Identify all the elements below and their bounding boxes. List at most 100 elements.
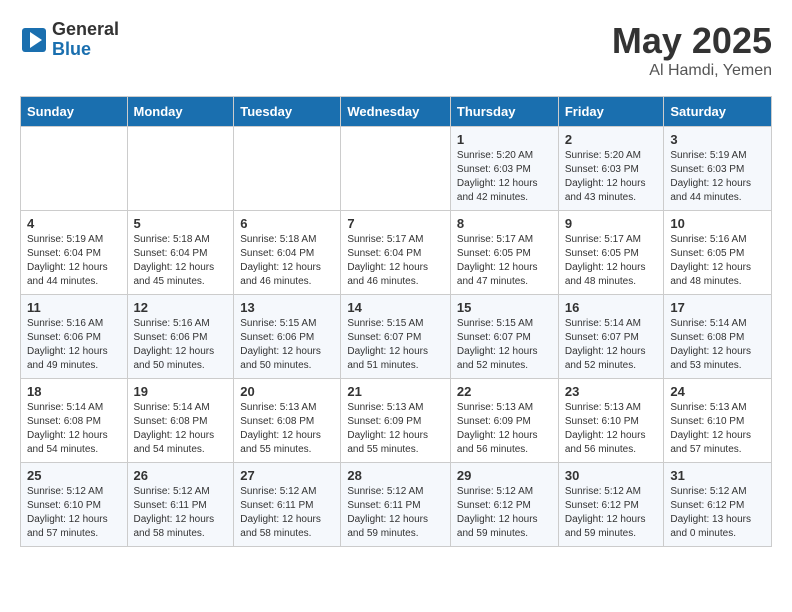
day-info: Sunrise: 5:13 AM Sunset: 6:08 PM Dayligh… (240, 401, 334, 457)
calendar-cell: 15Sunrise: 5:15 AM Sunset: 6:07 PM Dayli… (450, 295, 558, 379)
day-info: Sunrise: 5:18 AM Sunset: 6:04 PM Dayligh… (134, 233, 228, 289)
day-number: 3 (670, 132, 765, 147)
day-number: 19 (134, 384, 228, 399)
calendar-cell: 12 Sunrise: 5:16 AM Sunset: 6:06 PM Dayli… (127, 295, 234, 379)
day-number: 23 (565, 384, 658, 399)
logo-general-label: General (52, 20, 119, 40)
week-row-0: 1 Sunrise: 5:20 AM Sunset: 6:03 PM Daylig… (21, 127, 772, 211)
calendar-cell: 29Sunrise: 5:12 AM Sunset: 6:12 PM Dayli… (450, 463, 558, 547)
logo-blue-label: Blue (52, 40, 119, 60)
day-number: 21 (347, 384, 444, 399)
day-number: 1 (457, 132, 552, 147)
day-info: Sunrise: 5:14 AM Sunset: 6:08 PM Dayligh… (27, 401, 121, 457)
day-number: 25 (27, 468, 121, 483)
day-number: 8 (457, 216, 552, 231)
calendar-cell: 21 Sunrise: 5:13 AM Sunset: 6:09 PM Dayli… (341, 379, 451, 463)
day-info: Sunrise: 5:14 AM Sunset: 6:08 PM Dayligh… (670, 317, 765, 373)
day-number: 27 (240, 468, 334, 483)
header-friday: Friday (558, 97, 664, 127)
calendar-cell (341, 127, 451, 211)
calendar-cell: 25Sunrise: 5:12 AM Sunset: 6:10 PM Dayli… (21, 463, 128, 547)
calendar-cell: 8Sunrise: 5:17 AM Sunset: 6:05 PM Daylig… (450, 211, 558, 295)
header-sunday: Sunday (21, 97, 128, 127)
header-tuesday: Tuesday (234, 97, 341, 127)
day-number: 5 (134, 216, 228, 231)
calendar-cell: 11 Sunrise: 5:16 AM Sunset: 6:06 PM Dayli… (21, 295, 128, 379)
day-info: Sunrise: 5:12 AM Sunset: 6:12 PM Dayligh… (565, 485, 658, 541)
day-info: Sunrise: 5:16 AM Sunset: 6:06 PM Dayligh… (134, 317, 228, 373)
day-number: 10 (670, 216, 765, 231)
calendar-cell: 24Sunrise: 5:13 AM Sunset: 6:10 PM Dayli… (664, 379, 772, 463)
calendar-cell: 5 Sunrise: 5:18 AM Sunset: 6:04 PM Daylig… (127, 211, 234, 295)
calendar-cell: 17 Sunrise: 5:14 AM Sunset: 6:08 PM Dayli… (664, 295, 772, 379)
day-info: Sunrise: 5:15 AM Sunset: 6:07 PM Dayligh… (457, 317, 552, 373)
location: Al Hamdi, Yemen (612, 62, 772, 80)
day-info: Sunrise: 5:17 AM Sunset: 6:05 PM Dayligh… (565, 233, 658, 289)
calendar-cell: 13 Sunrise: 5:15 AM Sunset: 6:06 PM Dayli… (234, 295, 341, 379)
day-info: Sunrise: 5:18 AM Sunset: 6:04 PM Dayligh… (240, 233, 334, 289)
day-info: Sunrise: 5:14 AM Sunset: 6:07 PM Dayligh… (565, 317, 658, 373)
day-info: Sunrise: 5:19 AM Sunset: 6:03 PM Dayligh… (670, 149, 765, 205)
day-number: 9 (565, 216, 658, 231)
calendar-cell: 16 Sunrise: 5:14 AM Sunset: 6:07 PM Dayli… (558, 295, 664, 379)
header-monday: Monday (127, 97, 234, 127)
calendar-cell: 26Sunrise: 5:12 AM Sunset: 6:11 PM Dayli… (127, 463, 234, 547)
day-info: Sunrise: 5:17 AM Sunset: 6:04 PM Dayligh… (347, 233, 444, 289)
day-info: Sunrise: 5:12 AM Sunset: 6:12 PM Dayligh… (670, 485, 765, 541)
calendar-cell: 23Sunrise: 5:13 AM Sunset: 6:10 PM Dayli… (558, 379, 664, 463)
day-info: Sunrise: 5:13 AM Sunset: 6:10 PM Dayligh… (670, 401, 765, 457)
week-row-2: 11 Sunrise: 5:16 AM Sunset: 6:06 PM Dayli… (21, 295, 772, 379)
day-number: 6 (240, 216, 334, 231)
day-number: 11 (27, 300, 121, 315)
calendar-cell: 22Sunrise: 5:13 AM Sunset: 6:09 PM Dayli… (450, 379, 558, 463)
day-info: Sunrise: 5:15 AM Sunset: 6:06 PM Dayligh… (240, 317, 334, 373)
page-header: General Blue May 2025 Al Hamdi, Yemen (20, 20, 772, 80)
header-saturday: Saturday (664, 97, 772, 127)
day-info: Sunrise: 5:16 AM Sunset: 6:06 PM Dayligh… (27, 317, 121, 373)
title-block: May 2025 Al Hamdi, Yemen (612, 20, 772, 80)
day-info: Sunrise: 5:12 AM Sunset: 6:11 PM Dayligh… (347, 485, 444, 541)
header-row: SundayMondayTuesdayWednesdayThursdayFrid… (21, 97, 772, 127)
day-number: 4 (27, 216, 121, 231)
day-number: 18 (27, 384, 121, 399)
calendar-cell: 7Sunrise: 5:17 AM Sunset: 6:04 PM Daylig… (341, 211, 451, 295)
calendar-cell (234, 127, 341, 211)
day-info: Sunrise: 5:16 AM Sunset: 6:05 PM Dayligh… (670, 233, 765, 289)
calendar-cell: 9 Sunrise: 5:17 AM Sunset: 6:05 PM Daylig… (558, 211, 664, 295)
calendar-cell: 19 Sunrise: 5:14 AM Sunset: 6:08 PM Dayli… (127, 379, 234, 463)
calendar-cell (127, 127, 234, 211)
calendar-cell (21, 127, 128, 211)
day-info: Sunrise: 5:12 AM Sunset: 6:12 PM Dayligh… (457, 485, 552, 541)
day-number: 16 (565, 300, 658, 315)
day-number: 20 (240, 384, 334, 399)
month-title: May 2025 (612, 20, 772, 62)
calendar-cell: 27Sunrise: 5:12 AM Sunset: 6:11 PM Dayli… (234, 463, 341, 547)
calendar-cell: 2 Sunrise: 5:20 AM Sunset: 6:03 PM Daylig… (558, 127, 664, 211)
day-info: Sunrise: 5:20 AM Sunset: 6:03 PM Dayligh… (565, 149, 658, 205)
logo-icon (20, 26, 48, 54)
day-info: Sunrise: 5:13 AM Sunset: 6:09 PM Dayligh… (347, 401, 444, 457)
day-info: Sunrise: 5:19 AM Sunset: 6:04 PM Dayligh… (27, 233, 121, 289)
header-wednesday: Wednesday (341, 97, 451, 127)
calendar-cell: 4 Sunrise: 5:19 AM Sunset: 6:04 PM Daylig… (21, 211, 128, 295)
day-number: 17 (670, 300, 765, 315)
week-row-1: 4 Sunrise: 5:19 AM Sunset: 6:04 PM Daylig… (21, 211, 772, 295)
calendar-cell: 18 Sunrise: 5:14 AM Sunset: 6:08 PM Dayli… (21, 379, 128, 463)
logo: General Blue (20, 20, 119, 60)
day-number: 22 (457, 384, 552, 399)
day-number: 14 (347, 300, 444, 315)
calendar-cell: 6 Sunrise: 5:18 AM Sunset: 6:04 PM Daylig… (234, 211, 341, 295)
calendar-cell: 30 Sunrise: 5:12 AM Sunset: 6:12 PM Dayli… (558, 463, 664, 547)
calendar-cell: 1 Sunrise: 5:20 AM Sunset: 6:03 PM Daylig… (450, 127, 558, 211)
calendar-body: 1 Sunrise: 5:20 AM Sunset: 6:03 PM Daylig… (21, 127, 772, 547)
day-info: Sunrise: 5:14 AM Sunset: 6:08 PM Dayligh… (134, 401, 228, 457)
day-number: 13 (240, 300, 334, 315)
calendar-cell: 31Sunrise: 5:12 AM Sunset: 6:12 PM Dayli… (664, 463, 772, 547)
day-number: 2 (565, 132, 658, 147)
day-info: Sunrise: 5:20 AM Sunset: 6:03 PM Dayligh… (457, 149, 552, 205)
day-number: 12 (134, 300, 228, 315)
calendar-cell: 20 Sunrise: 5:13 AM Sunset: 6:08 PM Dayli… (234, 379, 341, 463)
week-row-4: 25Sunrise: 5:12 AM Sunset: 6:10 PM Dayli… (21, 463, 772, 547)
calendar-cell: 3 Sunrise: 5:19 AM Sunset: 6:03 PM Daylig… (664, 127, 772, 211)
day-number: 30 (565, 468, 658, 483)
